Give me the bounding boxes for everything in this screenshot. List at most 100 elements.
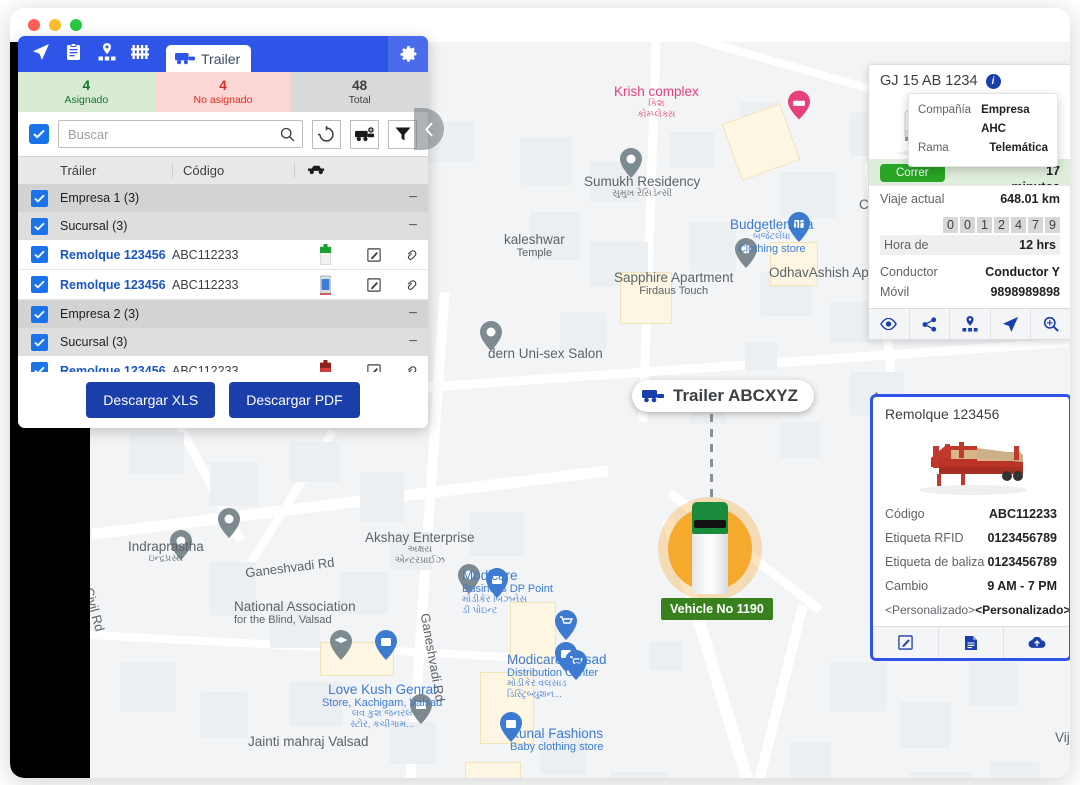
trailer-map-tooltip[interactable]: Trailer ABCXYZ — [632, 380, 815, 412]
assign-trailer-button[interactable] — [350, 119, 379, 149]
stat-assigned-value: 4 — [82, 78, 91, 94]
trailer-plus-icon — [354, 126, 374, 141]
row-checkbox[interactable] — [18, 362, 60, 372]
odometer-digit: 9 — [1045, 217, 1060, 233]
search-icon[interactable] — [280, 127, 295, 142]
shopping-cart-pin-icon — [565, 650, 587, 680]
search-toolbar — [18, 112, 428, 156]
group-collapse-toggle[interactable]: − — [398, 217, 428, 235]
edit-row-icon[interactable] — [356, 247, 392, 262]
row-checkbox[interactable] — [18, 333, 60, 351]
panel-toolbar: Trailer — [18, 36, 428, 72]
trailer-name-link[interactable]: Remolque 123456 — [60, 248, 172, 262]
row-checkbox[interactable] — [18, 305, 60, 323]
map-pin-icon — [458, 564, 480, 594]
panel-footer: Descargar XLS Descargar PDF — [18, 372, 428, 428]
info-icon[interactable]: i — [985, 73, 1001, 89]
clothing-store-pin-icon — [788, 212, 810, 242]
tooltip-row-branch: Rama Telemática — [918, 139, 1048, 158]
stat-unassigned[interactable]: 4 No asignado — [154, 72, 292, 112]
stat-assigned[interactable]: 4 Asignado — [18, 72, 155, 112]
trailer-code: ABC112233 — [172, 277, 239, 292]
filter-button[interactable] — [388, 119, 417, 149]
table-row[interactable]: Remolque 123456 ABC112233 — [18, 270, 428, 300]
document-icon[interactable] — [939, 627, 1005, 658]
gear-icon — [400, 45, 416, 62]
stat-unassigned-label: No asignado — [193, 93, 253, 106]
stat-total[interactable]: 48 Total — [291, 72, 428, 112]
row-checkbox[interactable] — [18, 276, 60, 293]
store-pin-icon — [500, 712, 522, 742]
link-row-icon[interactable] — [392, 278, 428, 291]
column-header-vehicle-icon — [294, 163, 428, 178]
vehicle-plate-number: GJ 15 AB 1234 — [880, 73, 978, 89]
maximize-window-button[interactable] — [70, 19, 82, 31]
upload-cloud-icon[interactable] — [1004, 627, 1069, 658]
minimize-window-button[interactable] — [49, 19, 61, 31]
vehicle-card-header: GJ 15 AB 1234 i — [869, 65, 1070, 95]
table-row[interactable]: Remolque 123456 ABC112233 — [18, 356, 428, 372]
refresh-icon — [318, 125, 334, 142]
rfid-tag-value: 0123456789 — [987, 531, 1057, 545]
link-row-icon[interactable] — [392, 364, 428, 372]
rfid-tag-label: Etiqueta RFID — [885, 531, 964, 545]
navigation-arrow-icon[interactable] — [24, 36, 57, 70]
download-pdf-button[interactable]: Descargar PDF — [229, 382, 360, 418]
custom-field-row: <Personalizado> <Personalizado> — [873, 598, 1069, 626]
device-status-icon-blue — [294, 274, 356, 295]
row-checkbox[interactable] — [18, 246, 60, 263]
group-collapse-toggle[interactable]: − — [398, 189, 428, 207]
search-field-wrapper[interactable] — [58, 120, 303, 148]
hierarchy-pin-icon[interactable] — [950, 309, 991, 339]
odometer: 0 0 1 2 4 7 9 — [869, 212, 1070, 233]
shift-value: 9 AM - 7 PM — [987, 579, 1057, 593]
eye-icon[interactable] — [869, 309, 910, 339]
trailer-rows[interactable]: Empresa 1 (3) − Sucursal (3) − Remolque … — [18, 184, 428, 372]
truck-windshield — [694, 520, 726, 528]
select-all-checkbox[interactable] — [29, 124, 49, 144]
refresh-button[interactable] — [312, 119, 341, 149]
close-window-button[interactable] — [28, 19, 40, 31]
funnel-icon — [395, 127, 410, 141]
row-checkbox[interactable] — [18, 217, 60, 235]
group-row-empresa-1[interactable]: Empresa 1 (3) − — [18, 184, 428, 212]
school-pin-icon — [330, 630, 352, 660]
hours-label: Hora de — [884, 238, 929, 252]
tab-trailer[interactable]: Trailer — [166, 45, 252, 72]
group-collapse-toggle[interactable]: − — [398, 333, 428, 351]
trailer-code: ABC112233 — [172, 363, 239, 373]
search-location-icon[interactable] — [1031, 309, 1070, 339]
tooltip-company-label: Compañía — [918, 104, 972, 116]
edit-row-icon[interactable] — [356, 277, 392, 292]
vehicle-marker[interactable]: Trailer ABCXYZ Vehicle No 1190 — [610, 372, 840, 632]
map-pin-icon — [620, 148, 642, 178]
trailer-name-link[interactable]: Remolque 123456 — [60, 278, 172, 292]
row-checkbox[interactable] — [18, 189, 60, 207]
hierarchy-pin-icon[interactable] — [90, 36, 123, 70]
rfid-tag-row: Etiqueta RFID 0123456789 — [873, 526, 1069, 550]
trailer-photo — [873, 424, 1069, 502]
group-row-sucursal-1[interactable]: Sucursal (3) − — [18, 212, 428, 240]
edit-icon[interactable] — [873, 627, 939, 658]
group-label: Empresa 1 (3) — [60, 191, 140, 205]
tooltip-company-value: Empresa AHC — [981, 104, 1030, 135]
group-row-empresa-2[interactable]: Empresa 2 (3) − — [18, 300, 428, 328]
geofence-grid-icon[interactable] — [123, 36, 156, 70]
clipboard-report-icon[interactable] — [57, 36, 90, 70]
navigation-arrow-icon[interactable] — [991, 309, 1032, 339]
odometer-digit: 0 — [960, 217, 975, 233]
trailer-name-link[interactable]: Remolque 123456 — [60, 364, 172, 373]
settings-button[interactable] — [388, 36, 428, 72]
group-collapse-toggle[interactable]: − — [398, 305, 428, 323]
table-row[interactable]: Remolque 123456 ABC112233 — [18, 240, 428, 270]
trailer-detail-card: Remolque 123456 Código ABC112233 Etiquet… — [870, 394, 1070, 661]
download-xls-button[interactable]: Descargar XLS — [86, 382, 216, 418]
group-row-sucursal-2[interactable]: Sucursal (3) − — [18, 328, 428, 356]
mobile-value: 9898989898 — [990, 285, 1060, 299]
device-status-icon-red — [294, 360, 356, 372]
share-icon[interactable] — [910, 309, 951, 339]
link-row-icon[interactable] — [392, 248, 428, 261]
hotel-pin-icon — [788, 90, 810, 120]
edit-row-icon[interactable] — [356, 363, 392, 372]
search-input[interactable] — [68, 126, 280, 142]
